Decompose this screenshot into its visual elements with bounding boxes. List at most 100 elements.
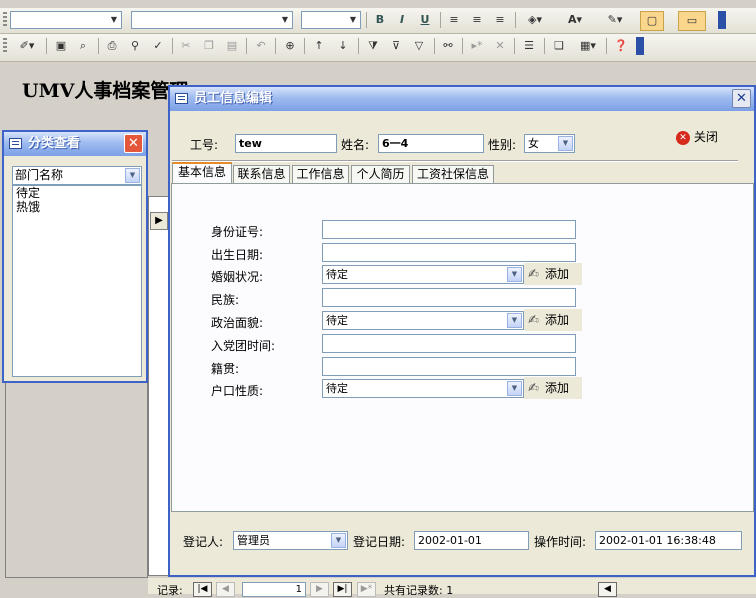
close-icon[interactable]: ✕: [732, 89, 751, 108]
next-record-button[interactable]: ▶: [310, 582, 329, 597]
spelling-icon[interactable]: ✓: [149, 37, 167, 55]
chevron-down-icon[interactable]: ▼: [558, 136, 573, 151]
name-field[interactable]: 6一4: [378, 134, 484, 153]
category-view-titlebar[interactable]: 分类查看 ✕: [4, 132, 146, 156]
print-icon[interactable]: ⎙: [103, 37, 121, 55]
border-style-icon[interactable]: ▢: [640, 11, 664, 31]
marital-status-label: 婚姻状况:: [211, 270, 264, 284]
pencil-icon: ✍: [528, 313, 539, 328]
register-date-field[interactable]: 2002-01-01: [414, 531, 529, 550]
add-political-status-button[interactable]: ✍ 添加: [524, 309, 582, 331]
ethnic-field[interactable]: [322, 288, 576, 307]
chevron-down-icon[interactable]: ▼: [507, 313, 522, 328]
first-record-button[interactable]: |◀: [193, 582, 212, 597]
tab-basic-info[interactable]: 基本信息: [172, 162, 232, 184]
apply-filter-icon[interactable]: ▽: [410, 37, 428, 55]
record-selector-column: [148, 196, 170, 576]
undo-icon[interactable]: ↶: [252, 37, 270, 55]
tab-salary-insurance[interactable]: 工资社保信息: [412, 165, 494, 183]
chevron-down-icon[interactable]: ▼: [331, 533, 346, 548]
special-effect-icon[interactable]: ▭: [678, 11, 706, 31]
current-record-field[interactable]: 1: [242, 582, 306, 597]
align-center-icon[interactable]: ≡: [468, 11, 486, 29]
chevron-down-icon[interactable]: ▼: [507, 381, 522, 396]
category-view-window: 分类查看 ✕ 部门名称 ▼ 待定 热饿: [2, 130, 148, 383]
id-card-field[interactable]: [322, 220, 576, 239]
current-record-indicator[interactable]: ▶: [150, 212, 168, 230]
new-record-nav-button[interactable]: ▶*: [357, 582, 376, 597]
list-item[interactable]: 热饿: [16, 200, 141, 214]
toolbar-grip[interactable]: [3, 38, 7, 54]
employee-edit-titlebar[interactable]: 员工信息编辑 ✕: [170, 87, 754, 111]
add-button-label: 添加: [545, 381, 570, 395]
chevron-down-icon[interactable]: ▼: [507, 267, 522, 282]
paste-icon[interactable]: ▤: [223, 37, 241, 55]
cut-icon[interactable]: ✂: [177, 37, 195, 55]
fill-color-icon[interactable]: ◈▾: [520, 11, 550, 29]
operation-time-field[interactable]: 2002-01-01 16:38:48: [595, 531, 742, 550]
align-right-icon[interactable]: ≡: [491, 11, 509, 29]
file-search-icon[interactable]: ⌕: [74, 37, 92, 55]
toolbar-separator: [514, 38, 515, 54]
bold-icon[interactable]: B: [371, 11, 389, 29]
line-color-icon[interactable]: ✎▾: [598, 11, 632, 29]
native-place-field[interactable]: [322, 357, 576, 376]
filter-by-form-icon[interactable]: ⊽: [387, 37, 405, 55]
hukou-type-value: 待定: [326, 382, 348, 395]
registrar-select[interactable]: 管理员 ▼: [233, 531, 348, 550]
save-icon[interactable]: ▣: [52, 37, 70, 55]
form-icon: [9, 138, 22, 149]
filter-by-selection-icon[interactable]: ⧩: [364, 37, 382, 55]
help-icon[interactable]: ❓: [612, 37, 630, 55]
new-record-icon[interactable]: ▸*: [468, 37, 486, 55]
category-list[interactable]: 待定 热饿: [12, 185, 142, 377]
previous-record-button[interactable]: ◀: [216, 582, 235, 597]
list-item[interactable]: 待定: [16, 186, 141, 200]
object-combo[interactable]: ▼: [10, 11, 122, 29]
political-status-label: 政治面貌:: [211, 316, 264, 330]
marital-status-select[interactable]: 待定 ▼: [322, 265, 524, 284]
tab-work-info[interactable]: 工作信息: [292, 165, 349, 183]
sort-descending-icon[interactable]: ↓: [334, 37, 352, 55]
toolbar-options[interactable]: [636, 37, 644, 55]
party-join-date-field[interactable]: [322, 334, 576, 353]
gender-select[interactable]: 女 ▼: [524, 134, 575, 153]
find-icon[interactable]: ⚯: [439, 37, 457, 55]
underline-icon[interactable]: U: [416, 11, 434, 29]
form-icon: [175, 93, 188, 104]
political-status-select[interactable]: 待定 ▼: [322, 311, 524, 330]
italic-icon[interactable]: I: [393, 11, 411, 29]
design-view-icon[interactable]: ✐▾: [12, 37, 42, 55]
toolbar-options[interactable]: [718, 11, 726, 29]
print-preview-icon[interactable]: ⚲: [126, 37, 144, 55]
new-object-icon[interactable]: ▦▾: [573, 37, 603, 55]
close-button[interactable]: ✕ 关闭: [676, 128, 726, 146]
delete-record-icon[interactable]: ✕: [491, 37, 509, 55]
properties-icon[interactable]: ☰: [520, 37, 538, 55]
party-join-date-label: 入党团时间:: [211, 339, 276, 353]
sort-ascending-icon[interactable]: ↑: [310, 37, 328, 55]
scroll-left-button[interactable]: ◀: [598, 582, 617, 597]
hyperlink-icon[interactable]: ⊕: [281, 37, 299, 55]
tab-resume[interactable]: 个人简历: [351, 165, 410, 183]
employee-id-field[interactable]: tew: [235, 134, 337, 153]
font-name-combo[interactable]: ▼: [131, 11, 293, 29]
tab-contact-info[interactable]: 联系信息: [233, 165, 290, 183]
database-window-icon[interactable]: ❏: [550, 37, 568, 55]
hukou-type-select[interactable]: 待定 ▼: [322, 379, 524, 398]
copy-icon[interactable]: ❐: [200, 37, 218, 55]
font-size-combo[interactable]: ▼: [301, 11, 361, 29]
align-left-icon[interactable]: ≡: [445, 11, 463, 29]
formatting-toolbar: ▼ ▼ ▼ B I U ≡ ≡ ≡ ◈▾ A▾ ✎▾ ▢ ▭: [0, 8, 756, 34]
category-combo[interactable]: 部门名称 ▼: [12, 166, 142, 185]
add-hukou-type-button[interactable]: ✍ 添加: [524, 377, 582, 399]
close-icon[interactable]: ✕: [124, 134, 143, 153]
font-color-icon[interactable]: A▾: [560, 11, 590, 29]
add-marital-status-button[interactable]: ✍ 添加: [524, 263, 582, 285]
toolbar-separator: [434, 38, 435, 54]
toolbar-grip[interactable]: [3, 12, 7, 28]
last-record-button[interactable]: ▶|: [333, 582, 352, 597]
birth-date-field[interactable]: [322, 243, 576, 262]
id-card-label: 身份证号:: [211, 225, 264, 239]
chevron-down-icon[interactable]: ▼: [125, 168, 140, 183]
